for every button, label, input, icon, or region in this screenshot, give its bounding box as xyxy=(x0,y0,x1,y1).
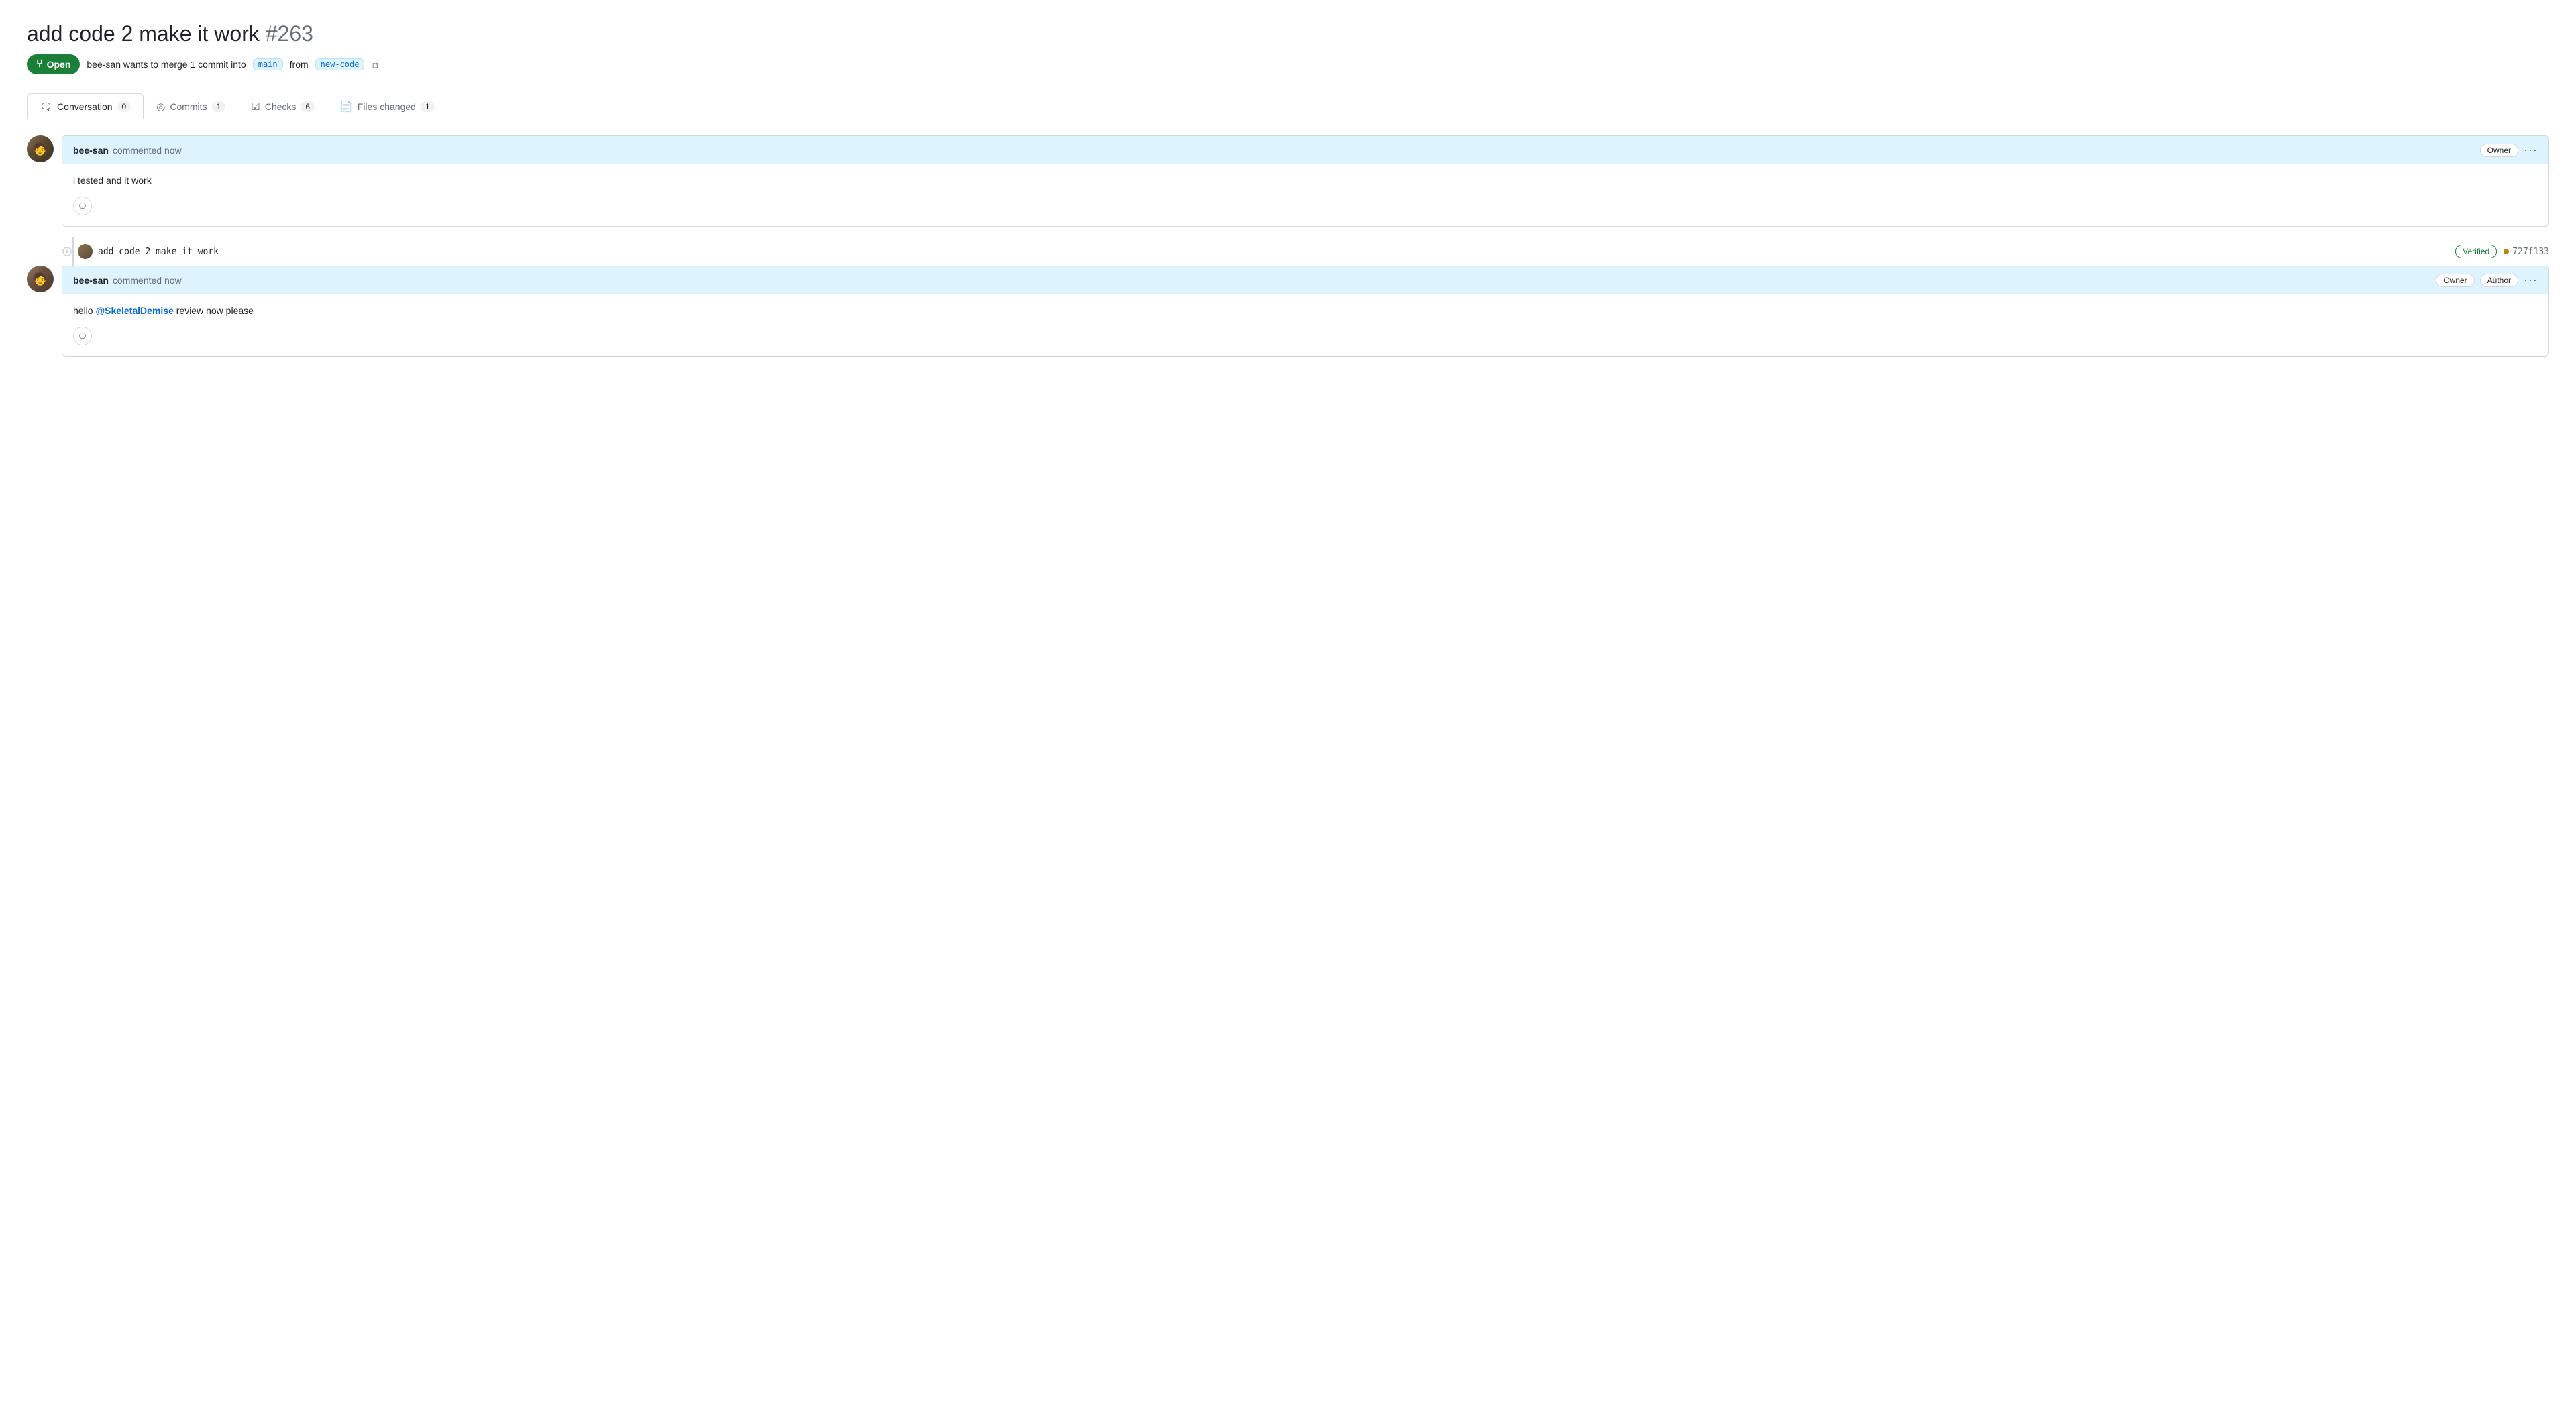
base-branch-tag[interactable]: main xyxy=(253,58,283,70)
copy-branch-button[interactable]: ⧉ xyxy=(371,59,378,70)
conversation-content: 🧑 bee-san commented now Owner ··· i test… xyxy=(27,135,2549,368)
commit-content: add code 2 make it work Verified 727f133 xyxy=(62,244,2549,259)
comment-time-1: commented now xyxy=(113,145,182,156)
commits-icon: ◎ xyxy=(156,101,165,113)
comment-more-button-1[interactable]: ··· xyxy=(2524,143,2538,157)
emoji-button-2[interactable]: ☺ xyxy=(73,327,92,345)
pr-title: add code 2 make it work #263 xyxy=(27,21,2549,46)
pr-subtitle: ⑂ Open bee-san wants to merge 1 commit i… xyxy=(27,54,2549,74)
owner-badge-1: Owner xyxy=(2480,144,2518,157)
comment-author-1[interactable]: bee-san xyxy=(73,145,109,156)
comment-body-1: i tested and it work ☺ xyxy=(62,164,2548,226)
pr-tabs: 🗨 Conversation 0 ◎ Commits 1 ☑ Checks 6 … xyxy=(27,93,2549,119)
verified-badge: Verified xyxy=(2455,245,2497,258)
tab-conversation-count: 0 xyxy=(117,101,131,112)
commit-hash-dot xyxy=(2504,249,2509,254)
commit-icon xyxy=(62,246,72,257)
tab-commits-label: Commits xyxy=(170,101,207,112)
emoji-button-1[interactable]: ☺ xyxy=(73,197,92,215)
files-changed-icon: 📄 xyxy=(340,101,353,113)
pr-subtitle-text: bee-san wants to merge 1 commit into xyxy=(87,59,246,70)
comment-box-1: bee-san commented now Owner ··· i tested… xyxy=(62,135,2549,227)
checks-icon: ☑ xyxy=(251,101,260,113)
tab-checks[interactable]: ☑ Checks 6 xyxy=(238,93,327,119)
comment-header-left-1: bee-san commented now xyxy=(73,145,182,156)
comment-box-2: bee-san commented now Owner Author ··· h… xyxy=(62,266,2549,357)
tab-files-changed-count: 1 xyxy=(421,101,435,112)
pr-number: #263 xyxy=(266,21,313,46)
commit-hash-text: 727f133 xyxy=(2512,247,2549,257)
comment-text-2: hello @SkeletalDemise review now please xyxy=(73,305,2538,316)
tab-conversation-label: Conversation xyxy=(57,101,113,112)
comment-header-1: bee-san commented now Owner ··· xyxy=(62,136,2548,164)
pr-status-label: Open xyxy=(47,59,71,70)
tab-conversation[interactable]: 🗨 Conversation 0 xyxy=(27,93,144,119)
comment-text-1: i tested and it work xyxy=(73,175,2538,186)
commit-message[interactable]: add code 2 make it work xyxy=(98,247,2450,257)
tab-commits[interactable]: ◎ Commits 1 xyxy=(144,93,238,119)
comment-1: 🧑 bee-san commented now Owner ··· i test… xyxy=(27,135,2549,227)
comment-header-2: bee-san commented now Owner Author ··· xyxy=(62,266,2548,294)
open-status-badge: ⑂ Open xyxy=(27,54,80,74)
comment-header-right-1: Owner ··· xyxy=(2480,143,2538,157)
commit-vertical-line xyxy=(72,237,74,266)
commit-row: add code 2 make it work Verified 727f133 xyxy=(27,237,2549,266)
tab-files-changed-label: Files changed xyxy=(358,101,416,112)
tab-checks-count: 6 xyxy=(301,101,315,112)
author-badge-2: Author xyxy=(2480,274,2518,287)
pr-open-icon: ⑂ xyxy=(36,58,43,70)
tab-checks-label: Checks xyxy=(265,101,297,112)
avatar-1: 🧑 xyxy=(27,135,54,162)
comment-body-2: hello @SkeletalDemise review now please … xyxy=(62,294,2548,356)
head-branch-tag[interactable]: new-code xyxy=(315,58,365,70)
tab-commits-count: 1 xyxy=(212,101,226,112)
commit-hash: 727f133 xyxy=(2504,247,2549,257)
comment-time-2: commented now xyxy=(113,275,182,286)
comment-header-left-2: bee-san commented now xyxy=(73,275,182,286)
conversation-icon: 🗨 xyxy=(40,101,52,113)
comment-header-right-2: Owner Author ··· xyxy=(2436,273,2538,287)
tab-files-changed[interactable]: 📄 Files changed 1 xyxy=(327,93,447,119)
commit-avatar xyxy=(78,244,93,259)
mention-skeletal-demise[interactable]: @SkeletalDemise xyxy=(95,305,173,316)
avatar-2: 🧑 xyxy=(27,266,54,292)
comment-2: 🧑 bee-san commented now Owner Author ···… xyxy=(27,266,2549,357)
comment-author-2[interactable]: bee-san xyxy=(73,275,109,286)
avatar-image-1: 🧑 xyxy=(27,135,54,162)
pr-title-text: add code 2 make it work xyxy=(27,21,260,46)
commit-right: Verified 727f133 xyxy=(2455,245,2549,258)
owner-badge-2: Owner xyxy=(2436,274,2474,287)
comment-more-button-2[interactable]: ··· xyxy=(2524,273,2538,287)
avatar-image-2: 🧑 xyxy=(27,266,54,292)
